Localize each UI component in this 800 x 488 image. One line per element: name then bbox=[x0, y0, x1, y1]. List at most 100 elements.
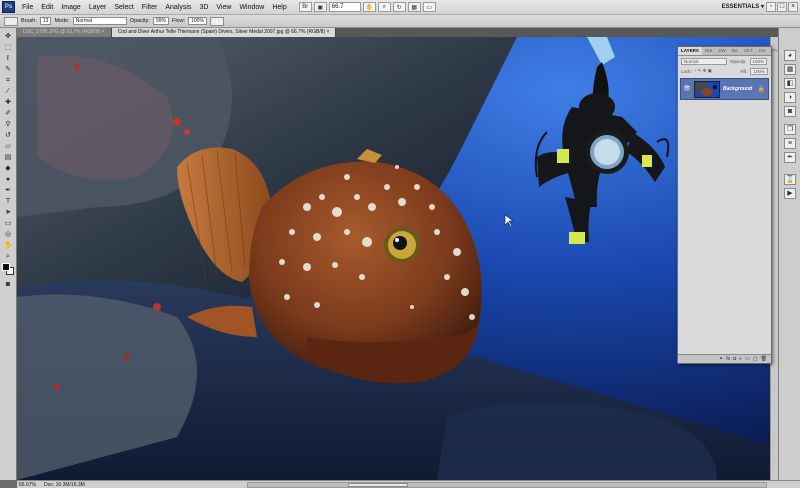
menu-bar: Ps File Edit Image Layer Select Filter A… bbox=[0, 0, 800, 15]
screen-mode-icon[interactable]: ▭ bbox=[422, 2, 436, 12]
tab-his[interactable]: HIS bbox=[702, 47, 716, 55]
layers-panel-footer: ⚭ fx ◘ ◐ ▭ ▢ 🗑 bbox=[678, 354, 771, 363]
arrange-documents-icon[interactable]: ▦ bbox=[407, 2, 421, 12]
adjustments-panel-icon[interactable]: ◑ bbox=[784, 92, 796, 103]
maximize-button[interactable]: □ bbox=[777, 2, 787, 12]
collapsed-panel-dock: ◕ ▦ ◧ ◑ ◙ ❐ ≡ ✒ ⌛ ▶ bbox=[778, 28, 800, 480]
delete-layer-icon[interactable]: 🗑 bbox=[761, 356, 767, 362]
new-group-icon[interactable]: ▭ bbox=[745, 356, 750, 362]
layer-style-icon[interactable]: fx bbox=[726, 356, 730, 362]
menu-select[interactable]: Select bbox=[110, 4, 137, 11]
dodge-tool-icon[interactable]: ● bbox=[3, 175, 13, 184]
hand-tool-icon[interactable]: ✋ bbox=[3, 241, 13, 250]
move-tool-icon[interactable]: ✥ bbox=[3, 32, 13, 41]
tab-layers[interactable]: LAYERS bbox=[678, 47, 702, 55]
fill-field[interactable]: 100% bbox=[750, 67, 768, 75]
lock-label: Lock: bbox=[681, 68, 692, 74]
underwater-photo bbox=[17, 37, 778, 480]
menu-help[interactable]: Help bbox=[268, 4, 290, 11]
photoshop-logo: Ps bbox=[2, 1, 15, 13]
foreground-color-swatch[interactable] bbox=[2, 263, 10, 271]
lasso-tool-icon[interactable]: ℓ bbox=[3, 54, 13, 63]
bridge-icon[interactable]: Br bbox=[298, 2, 312, 12]
add-mask-icon[interactable]: ◘ bbox=[733, 356, 736, 362]
masks-panel-icon[interactable]: ◙ bbox=[784, 106, 796, 117]
crop-tool-icon[interactable]: ⌗ bbox=[3, 76, 13, 85]
menu-image[interactable]: Image bbox=[57, 4, 84, 11]
blur-tool-icon[interactable]: ◆ bbox=[3, 164, 13, 173]
eyedropper-tool-icon[interactable]: ⁄ bbox=[3, 87, 13, 96]
zoom-tool-icon[interactable]: ⌕ bbox=[3, 252, 13, 261]
color-panel-icon[interactable]: ◕ bbox=[784, 50, 796, 61]
styles-panel-icon[interactable]: ◧ bbox=[784, 78, 796, 89]
menu-filter[interactable]: Filter bbox=[138, 4, 162, 11]
menu-layer[interactable]: Layer bbox=[85, 4, 111, 11]
channels-panel-icon[interactable]: ≡ bbox=[784, 138, 796, 149]
menu-3d[interactable]: 3D bbox=[195, 4, 212, 11]
mini-bridge-icon[interactable]: ▣ bbox=[313, 2, 327, 12]
minimize-button[interactable]: - bbox=[766, 2, 776, 12]
menu-window[interactable]: Window bbox=[235, 4, 268, 11]
airbrush-toggle-icon[interactable] bbox=[209, 16, 224, 26]
close-button[interactable]: × bbox=[788, 2, 798, 12]
document-canvas[interactable] bbox=[17, 37, 778, 480]
eye-icon[interactable]: 👁 bbox=[683, 85, 691, 93]
layers-panel: LAYERS HIS SW NA ACT CH PAT HIS Normal O… bbox=[677, 46, 793, 364]
shape-tool-icon[interactable]: ▭ bbox=[3, 219, 13, 228]
canvas-horizontal-scrollbar[interactable] bbox=[247, 482, 767, 488]
tab-na[interactable]: NA bbox=[729, 47, 741, 55]
photoshop-window: Ps File Edit Image Layer Select Filter A… bbox=[0, 0, 800, 488]
new-layer-icon[interactable]: ▢ bbox=[753, 356, 758, 362]
link-layers-icon[interactable]: ⚭ bbox=[719, 356, 723, 362]
pen-tool-icon[interactable]: ✒ bbox=[3, 186, 13, 195]
document-tab-bar: DSC_5795.JPG @ 16.7% (RGB/8) × Cod and D… bbox=[17, 28, 778, 37]
tool-preset-picker[interactable] bbox=[4, 16, 18, 26]
mode-select[interactable]: Normal bbox=[72, 17, 127, 25]
gradient-tool-icon[interactable]: ▤ bbox=[3, 153, 13, 162]
zoom-tool-icon[interactable]: ⌕ bbox=[377, 2, 391, 12]
status-zoom[interactable]: 66.67% bbox=[19, 482, 36, 488]
healing-brush-tool-icon[interactable]: ✚ bbox=[3, 98, 13, 107]
quick-mask-icon[interactable]: ◙ bbox=[3, 280, 13, 289]
brush-label: Brush: bbox=[21, 18, 37, 24]
brush-size-picker[interactable]: 13 bbox=[39, 17, 52, 25]
menu-analysis[interactable]: Analysis bbox=[161, 4, 195, 11]
lock-icons[interactable]: ▫ ✎ ✥ ▣ bbox=[695, 68, 712, 74]
lock-icon: 🔒 bbox=[757, 86, 765, 93]
type-tool-icon[interactable]: T bbox=[3, 197, 13, 206]
opacity-field[interactable]: 99% bbox=[152, 17, 169, 25]
zoom-level-select[interactable]: 66.7 bbox=[328, 2, 361, 12]
menu-view[interactable]: View bbox=[212, 4, 235, 11]
actions-panel-icon[interactable]: ▶ bbox=[784, 188, 796, 199]
menu-edit[interactable]: Edit bbox=[37, 4, 57, 11]
layers-panel-icon[interactable]: ❐ bbox=[784, 124, 796, 135]
quick-select-tool-icon[interactable]: ✎ bbox=[3, 65, 13, 74]
flow-field[interactable]: 100% bbox=[188, 17, 207, 25]
application-bar-icons: Br ▣ 66.7 ✋ ⌕ ↻ ▦ ▭ bbox=[298, 2, 436, 12]
tab-dsc5795[interactable]: DSC_5795.JPG @ 16.7% (RGB/8) × bbox=[17, 28, 112, 37]
layer-row-background[interactable]: 👁 Background 🔒 bbox=[680, 78, 769, 100]
workspace-switcher[interactable]: ESSENTIALS bbox=[722, 3, 764, 10]
path-selection-tool-icon[interactable]: ➤ bbox=[3, 208, 13, 217]
window-controls: - □ × bbox=[766, 2, 798, 12]
swatches-panel-icon[interactable]: ▦ bbox=[784, 64, 796, 75]
hand-tool-icon[interactable]: ✋ bbox=[362, 2, 376, 12]
tab-cod-and-diver[interactable]: Cod and Diver Arthur Telle Thiemann (Spa… bbox=[111, 28, 337, 37]
paths-panel-icon[interactable]: ✒ bbox=[784, 152, 796, 163]
menu-file[interactable]: File bbox=[18, 4, 37, 11]
tab-act[interactable]: ACT bbox=[741, 47, 756, 55]
blend-mode-select[interactable]: Normal bbox=[681, 57, 727, 65]
adjustment-layer-icon[interactable]: ◐ bbox=[739, 356, 742, 362]
clone-stamp-tool-icon[interactable]: ⚲ bbox=[3, 120, 13, 129]
tab-sw[interactable]: SW bbox=[715, 47, 728, 55]
history-brush-tool-icon[interactable]: ↺ bbox=[3, 131, 13, 140]
marquee-tool-icon[interactable]: ⬚ bbox=[3, 43, 13, 52]
scrollbar-thumb[interactable] bbox=[348, 483, 408, 487]
layer-opacity-field[interactable]: 100% bbox=[749, 57, 768, 65]
rotate-view-icon[interactable]: ↻ bbox=[392, 2, 406, 12]
eraser-tool-icon[interactable]: ▱ bbox=[3, 142, 13, 151]
3d-rotate-tool-icon[interactable]: ◎ bbox=[3, 230, 13, 239]
history-panel-icon[interactable]: ⌛ bbox=[784, 174, 796, 185]
tab-ch[interactable]: CH bbox=[756, 47, 769, 55]
brush-tool-icon[interactable]: ✐ bbox=[3, 109, 13, 118]
